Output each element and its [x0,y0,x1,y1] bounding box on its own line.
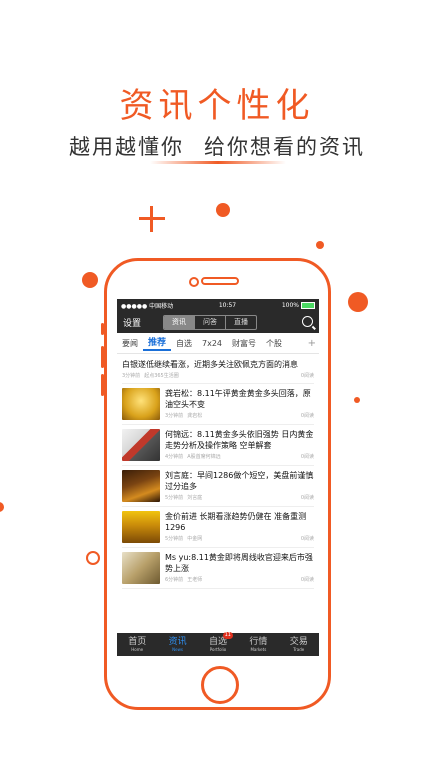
tab-home[interactable]: 首页 Home [128,637,146,653]
news-title: 白银遂低继续看涨，近期多关注欧佩克方面的消息 [122,360,298,369]
news-thumbnail [122,470,160,502]
tab-news[interactable]: 资讯 News [169,637,187,653]
news-time: 3分钟前 [165,413,184,419]
news-reads: 0阅读 [300,373,314,379]
segment-control: 资讯 问答 直播 [163,315,257,330]
news-source: 刘言庭 [187,495,203,501]
news-reads: 0阅读 [300,536,314,542]
list-item[interactable]: 白银遂低继续看涨，近期多关注欧佩克方面的消息 3分钟前 起点365生活圈 0阅读 [122,354,314,384]
tab-markets[interactable]: 行情 Markets [249,637,267,653]
news-time: 4分钟前 [165,454,184,460]
list-item[interactable]: Ms yu:8.11黄金即将周线收官迎来后市强势上涨 6分钟前 王老师 0阅读 [122,548,314,589]
deco-ring [86,551,100,565]
news-title: 何锦远：8.11黄金多头依旧强势 日内黄金走势分析及操作策略 空单解套 [165,430,314,450]
search-icon[interactable] [302,316,313,327]
add-tab-icon[interactable]: + [308,338,316,349]
list-item[interactable]: 金价前进 长期看涨趋势仍健在 准备重测1296 5分钟前 中金网 0阅读 [122,507,314,548]
category-tabs: 要闻 推荐 自选 7x24 财富号 个股 + [117,333,319,354]
phone-side-button [101,323,104,335]
tab-wealth[interactable]: 财富号 [227,338,261,349]
news-title: 龚岩松：8.11午评黄金黄金多头回落，原油空头不变 [165,389,311,409]
subtitle-underline [150,161,286,164]
news-source: 龚岩松 [187,413,203,419]
segment-qa[interactable]: 问答 [195,316,226,329]
news-title: Ms yu:8.11黄金即将周线收官迎来后市强势上涨 [165,553,313,573]
news-source: 起点365生活圈 [144,373,179,379]
news-time: 5分钟前 [165,536,184,542]
phone-home-button [201,666,239,704]
promo-subtitle-b: 给你想看的资讯 [204,135,365,159]
phone-speaker [201,277,239,285]
promo-subtitle-a: 越用越懂你 [69,135,184,159]
battery-percent: 100% [281,301,299,309]
news-time: 3分钟前 [122,373,141,379]
tab-stocks[interactable]: 个股 [261,338,287,349]
list-item[interactable]: 刘言庭：早间1286做个短空，美盘前谨慎过分追多 5分钟前 刘言庭 0阅读 [122,466,314,507]
news-source: 王老师 [187,577,203,583]
news-source: A股首席何锦远 [187,454,221,460]
deco-dot [316,241,324,249]
deco-dot [0,502,4,512]
news-thumbnail [122,429,160,461]
tab-portfolio[interactable]: 自选 Portfolio 11 [209,631,233,653]
news-reads: 0阅读 [300,454,314,460]
news-time: 5分钟前 [165,495,184,501]
battery-fill [301,302,314,308]
segment-live[interactable]: 直播 [226,316,256,329]
news-reads: 0阅读 [300,577,314,583]
news-time: 6分钟前 [165,577,184,583]
top-bar: 设置 资讯 问答 直播 [117,311,319,333]
promo-subtitle: 越用越懂你 给你想看的资讯 [0,131,434,161]
tab-headlines[interactable]: 要闻 [117,338,143,349]
app-screen: ●●●●● 中国移动 10:57 100% 设置 资讯 问答 直播 要闻 推荐 … [117,299,319,656]
deco-dot [348,292,368,312]
status-bar: ●●●●● 中国移动 10:57 100% [117,299,319,311]
settings-button[interactable]: 设置 [123,316,141,329]
news-source: 中金网 [187,536,203,542]
phone-camera [189,277,199,287]
carrier-label: ●●●●● 中国移动 [121,302,174,310]
deco-dot [82,272,98,288]
news-reads: 0阅读 [300,495,314,501]
tab-watchlist[interactable]: 自选 [171,338,197,349]
phone-side-button [101,346,104,368]
news-thumbnail [122,388,160,420]
list-item[interactable]: 龚岩松：8.11午评黄金黄金多头回落，原油空头不变 3分钟前 龚岩松 0阅读 [122,384,314,425]
deco-plus-icon [139,206,165,232]
tab-trade[interactable]: 交易 Trade [290,637,308,653]
notification-badge: 11 [222,631,233,639]
news-list: 白银遂低继续看涨，近期多关注欧佩克方面的消息 3分钟前 起点365生活圈 0阅读 … [117,354,319,589]
tab-recommended[interactable]: 推荐 [143,335,172,351]
phone-side-button [101,374,104,396]
bottom-tab-bar: 首页 Home 资讯 News 自选 Portfolio 11 行情 Marke… [117,631,319,656]
deco-dot [216,203,230,217]
news-title: 金价前进 长期看涨趋势仍健在 准备重测1296 [165,512,307,532]
segment-news[interactable]: 资讯 [164,316,195,329]
list-item[interactable]: 何锦远：8.11黄金多头依旧强势 日内黄金走势分析及操作策略 空单解套 4分钟前… [122,425,314,466]
promo-title: 资讯个性化 [119,86,315,126]
clock: 10:57 [218,301,237,309]
news-reads: 0阅读 [300,413,314,419]
tab-7x24[interactable]: 7x24 [197,339,227,348]
news-thumbnail [122,552,160,584]
battery-icon [300,301,315,309]
news-title: 刘言庭：早间1286做个短空，美盘前谨慎过分追多 [165,471,314,491]
news-thumbnail [122,511,160,543]
deco-dot [354,397,360,403]
